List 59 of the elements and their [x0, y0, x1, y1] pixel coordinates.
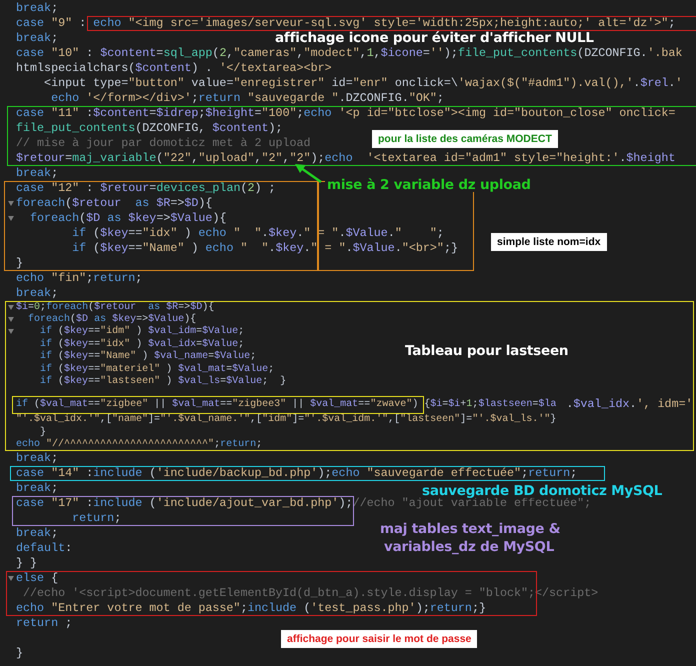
note-label: affichage pour saisir le mot de passe — [281, 630, 478, 648]
code-line: break; — [16, 453, 58, 465]
code-line: echo '</form></div>';return "sauvegarde ".DZCONFIG."OK"; — [50, 93, 444, 105]
annotation-text: Tableau pour lastseen — [403, 344, 570, 358]
code-line: case "9" : echo "<img src='images/serveur-sql.svg' style='width:25px;height:auto;' alt='dz'>"; — [16, 18, 676, 30]
code-line: // mise à jour par domoticz met à 2 upload — [16, 138, 311, 150]
fold-icon[interactable] — [8, 576, 14, 581]
code-line: break; — [16, 3, 58, 15]
code-line: } — [16, 648, 24, 660]
code-line: default: — [16, 543, 72, 555]
code-line: if ($key=="lastseen" ) $val_ls=$Value; } — [39, 377, 286, 388]
code-line: echo "fin";return; — [16, 273, 142, 285]
annotation-text: maj tables text_image & — [378, 522, 562, 536]
code-line: } — [16, 258, 24, 270]
annotation-text: variables_dz de MySQL — [382, 540, 556, 554]
code-line: break; — [16, 288, 58, 300]
code-line: file_put_contents(DZCONFIG, $content); — [16, 123, 283, 135]
code-line: echo "Entrer votre mot de passe";include ('test_pass.php');return;} — [16, 603, 486, 615]
code-line: echo "//^^^^^^^^^^^^^^^^^^^^^^^^";return; — [16, 440, 262, 450]
code-fragment: .$val_idx.', idm=' — [566, 399, 693, 412]
code-line: $retour=maj_variable("22","upload","2","2");echo '<textarea id="adm1" style="height:'.$height — [16, 153, 676, 165]
code-line: return ; — [16, 618, 72, 630]
code-line: break; — [16, 33, 58, 45]
code-line: $i=0;foreach($retour as $R=>$D){ — [16, 302, 214, 313]
code-line: case "11" :$content=$idrep;$height="100";echo '<p id="btclose"><img id="bouton_close" onclick= — [16, 108, 676, 120]
code-line: case "10" : $content=sql_app(2,"cameras","modect",1,$icone='');file_put_contents(DZCONFIG.'.bak — [16, 48, 682, 60]
fold-icon[interactable] — [8, 329, 14, 334]
annotation-text: sauvegarde BD domoticz MySQL — [420, 484, 664, 498]
code-line: htmlspecialchars($content) . '</textarea><br> — [16, 63, 332, 75]
code-line: } — [40, 428, 46, 438]
code-line: if ($key=="materiel" ) $val_mat=$Value; — [39, 364, 274, 375]
code-line: if ($key=="Name" ) $val_name=$Value; — [39, 352, 256, 362]
code-line: foreach($D as $key=>$Value){ — [27, 315, 196, 326]
fold-icon[interactable] — [8, 216, 14, 221]
code-line: foreach($retour as $R=>$D){ — [16, 198, 212, 210]
code-line: break; — [16, 483, 58, 495]
code-line: case "14" :include ('include/backup_bd.php');echo "sauvegarde effectuée";return; — [16, 468, 578, 480]
code-line: return; — [71, 513, 122, 525]
code-line: case "12" : $retour=devices_plan(2) ; — [16, 183, 276, 195]
note-label: pour la liste des caméras MODECT — [372, 130, 558, 148]
code-line: break; — [16, 528, 58, 540]
code-line: if ($key=="Name" ) echo " ".$key." = ".$Value."<br>";} — [71, 243, 458, 255]
code-line: } } — [16, 558, 38, 570]
code-line: if ($val_mat=="zigbee" || $val_mat=="zigbee3" || $val_mat=="zwave") {$i=$i+1;$lastseen=$la — [16, 400, 556, 410]
code-line: if ($key=="idx" ) $val_idx=$Value; — [39, 340, 244, 350]
fold-icon[interactable] — [8, 201, 14, 206]
code-line: case "17" :include ('include/ajout_var_bd.php');//echo "ajout variable effectuée"; — [16, 498, 592, 510]
code-line: break; — [16, 168, 58, 180]
annotation-text: mise à 2 variable dz upload — [325, 178, 533, 192]
code-line: if ($key=="idm" ) $val_idm=$Value; — [39, 327, 244, 338]
annotation-text: affichage icone pour éviter d'afficher NULL — [273, 31, 596, 45]
code-line: else { — [16, 573, 58, 585]
fold-icon[interactable] — [8, 304, 14, 310]
note-label: simple liste nom=idx — [491, 233, 607, 251]
code-line: foreach($D as $key=>$Value){ — [29, 213, 226, 225]
code-line: <input type="button" value="enregistrer" id="enr" onclick=\'wajax($("#adm1").val(),'.$rel.' — [43, 78, 682, 90]
code-line: "'.$val_idx.'",["name"]="'.$val_name.'",["idm"]="'.$val_idm.'",["lastseen"]="'.$val_ls.'"} — [16, 415, 556, 426]
fold-icon[interactable] — [8, 317, 14, 322]
arrow-icon — [294, 162, 322, 184]
